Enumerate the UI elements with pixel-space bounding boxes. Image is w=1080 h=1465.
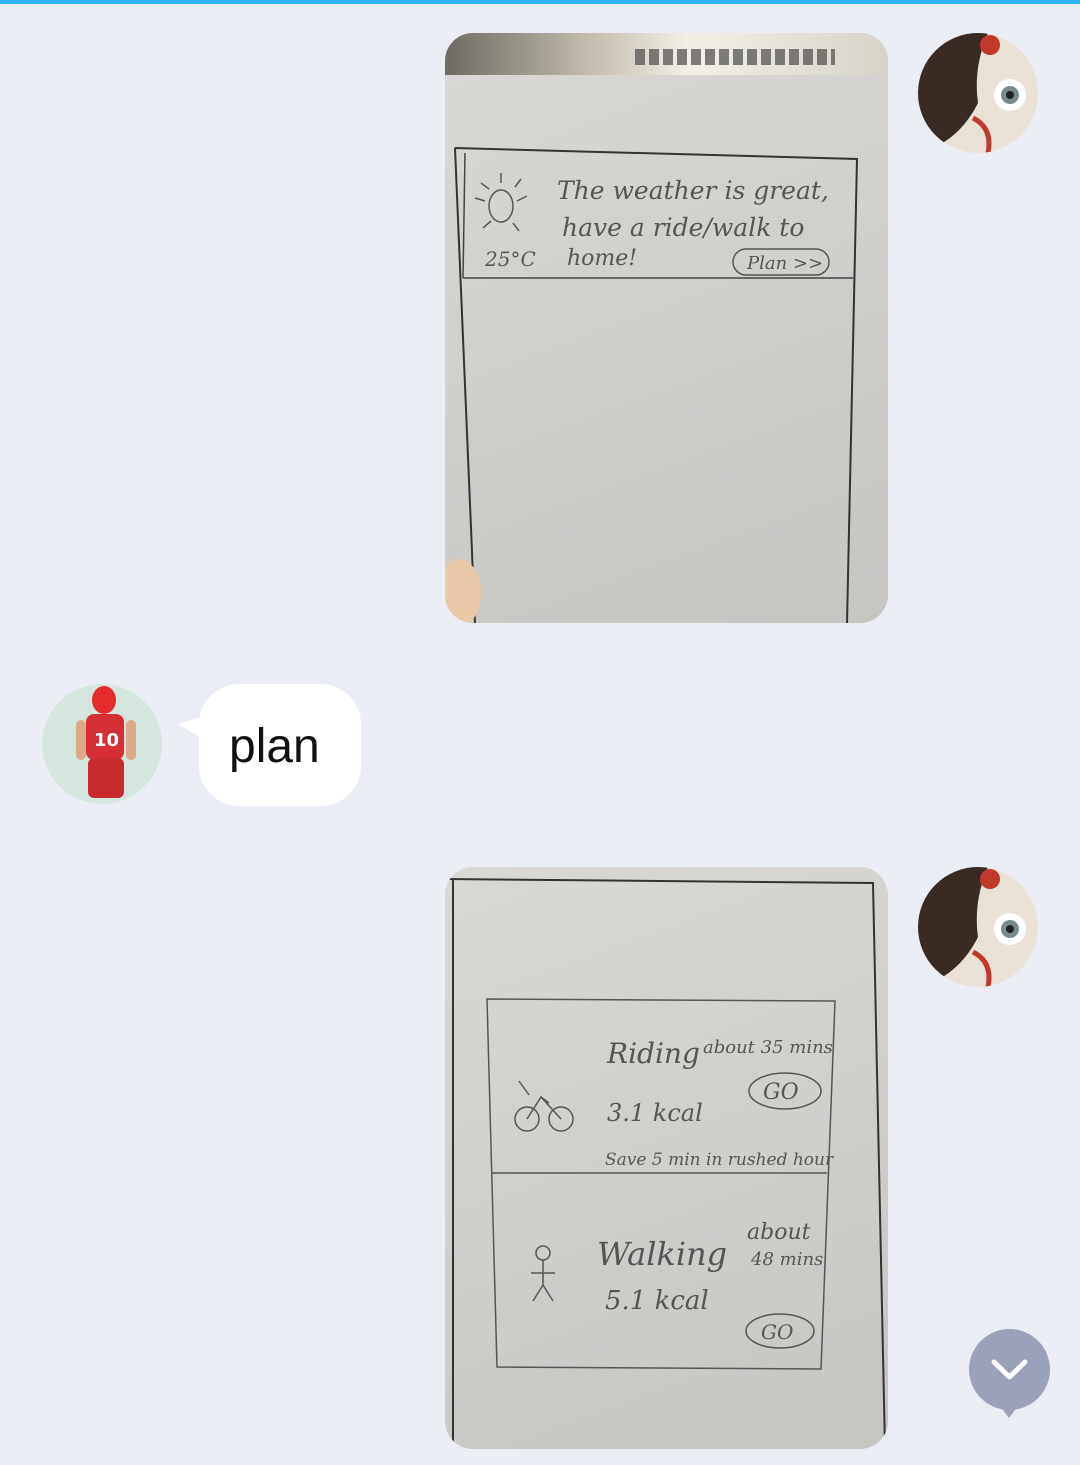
user-avatar[interactable] <box>918 33 1038 153</box>
sketch-walking-go: GO <box>761 1320 793 1344</box>
top-accent-line <box>0 0 1080 4</box>
sketch-walking-title: Walking <box>597 1235 727 1273</box>
message-text: plan <box>229 720 320 773</box>
sketch-photo-weather[interactable]: 25°C The weather is great, have a ride/w… <box>445 33 888 623</box>
sketch-temperature: 25°C <box>484 247 536 271</box>
chevron-down-icon <box>991 1359 1028 1380</box>
sketch-weather-line3: home! <box>567 246 637 271</box>
sketch-riding-kcal: 3.1 kcal <box>607 1099 703 1127</box>
svg-text:10: 10 <box>94 730 119 751</box>
sketch-photo-plan[interactable]: Riding about 35 mins 3.1 kcal GO Save 5 … <box>445 867 888 1449</box>
sketch-walking-kcal: 5.1 kcal <box>605 1286 709 1316</box>
sketch-weather-line2: have a ride/walk to <box>562 213 804 242</box>
sketch-walking-time-1: about <box>747 1220 811 1245</box>
sketch-riding-go: GO <box>763 1080 799 1105</box>
sketch-plan-button: Plan >> <box>746 253 823 274</box>
sketch-weather-line1: The weather is great, <box>557 176 829 205</box>
sketch-walking-time-2: 48 mins <box>750 1249 823 1270</box>
sketch-riding-time: about 35 mins <box>703 1037 833 1058</box>
scroll-to-bottom-button[interactable] <box>969 1329 1050 1410</box>
sketch-riding-title: Riding <box>606 1037 700 1070</box>
sketch-riding-note: Save 5 min in rushed hour <box>605 1150 834 1170</box>
user-avatar[interactable] <box>918 867 1038 987</box>
contact-avatar[interactable]: 10 <box>42 684 162 804</box>
